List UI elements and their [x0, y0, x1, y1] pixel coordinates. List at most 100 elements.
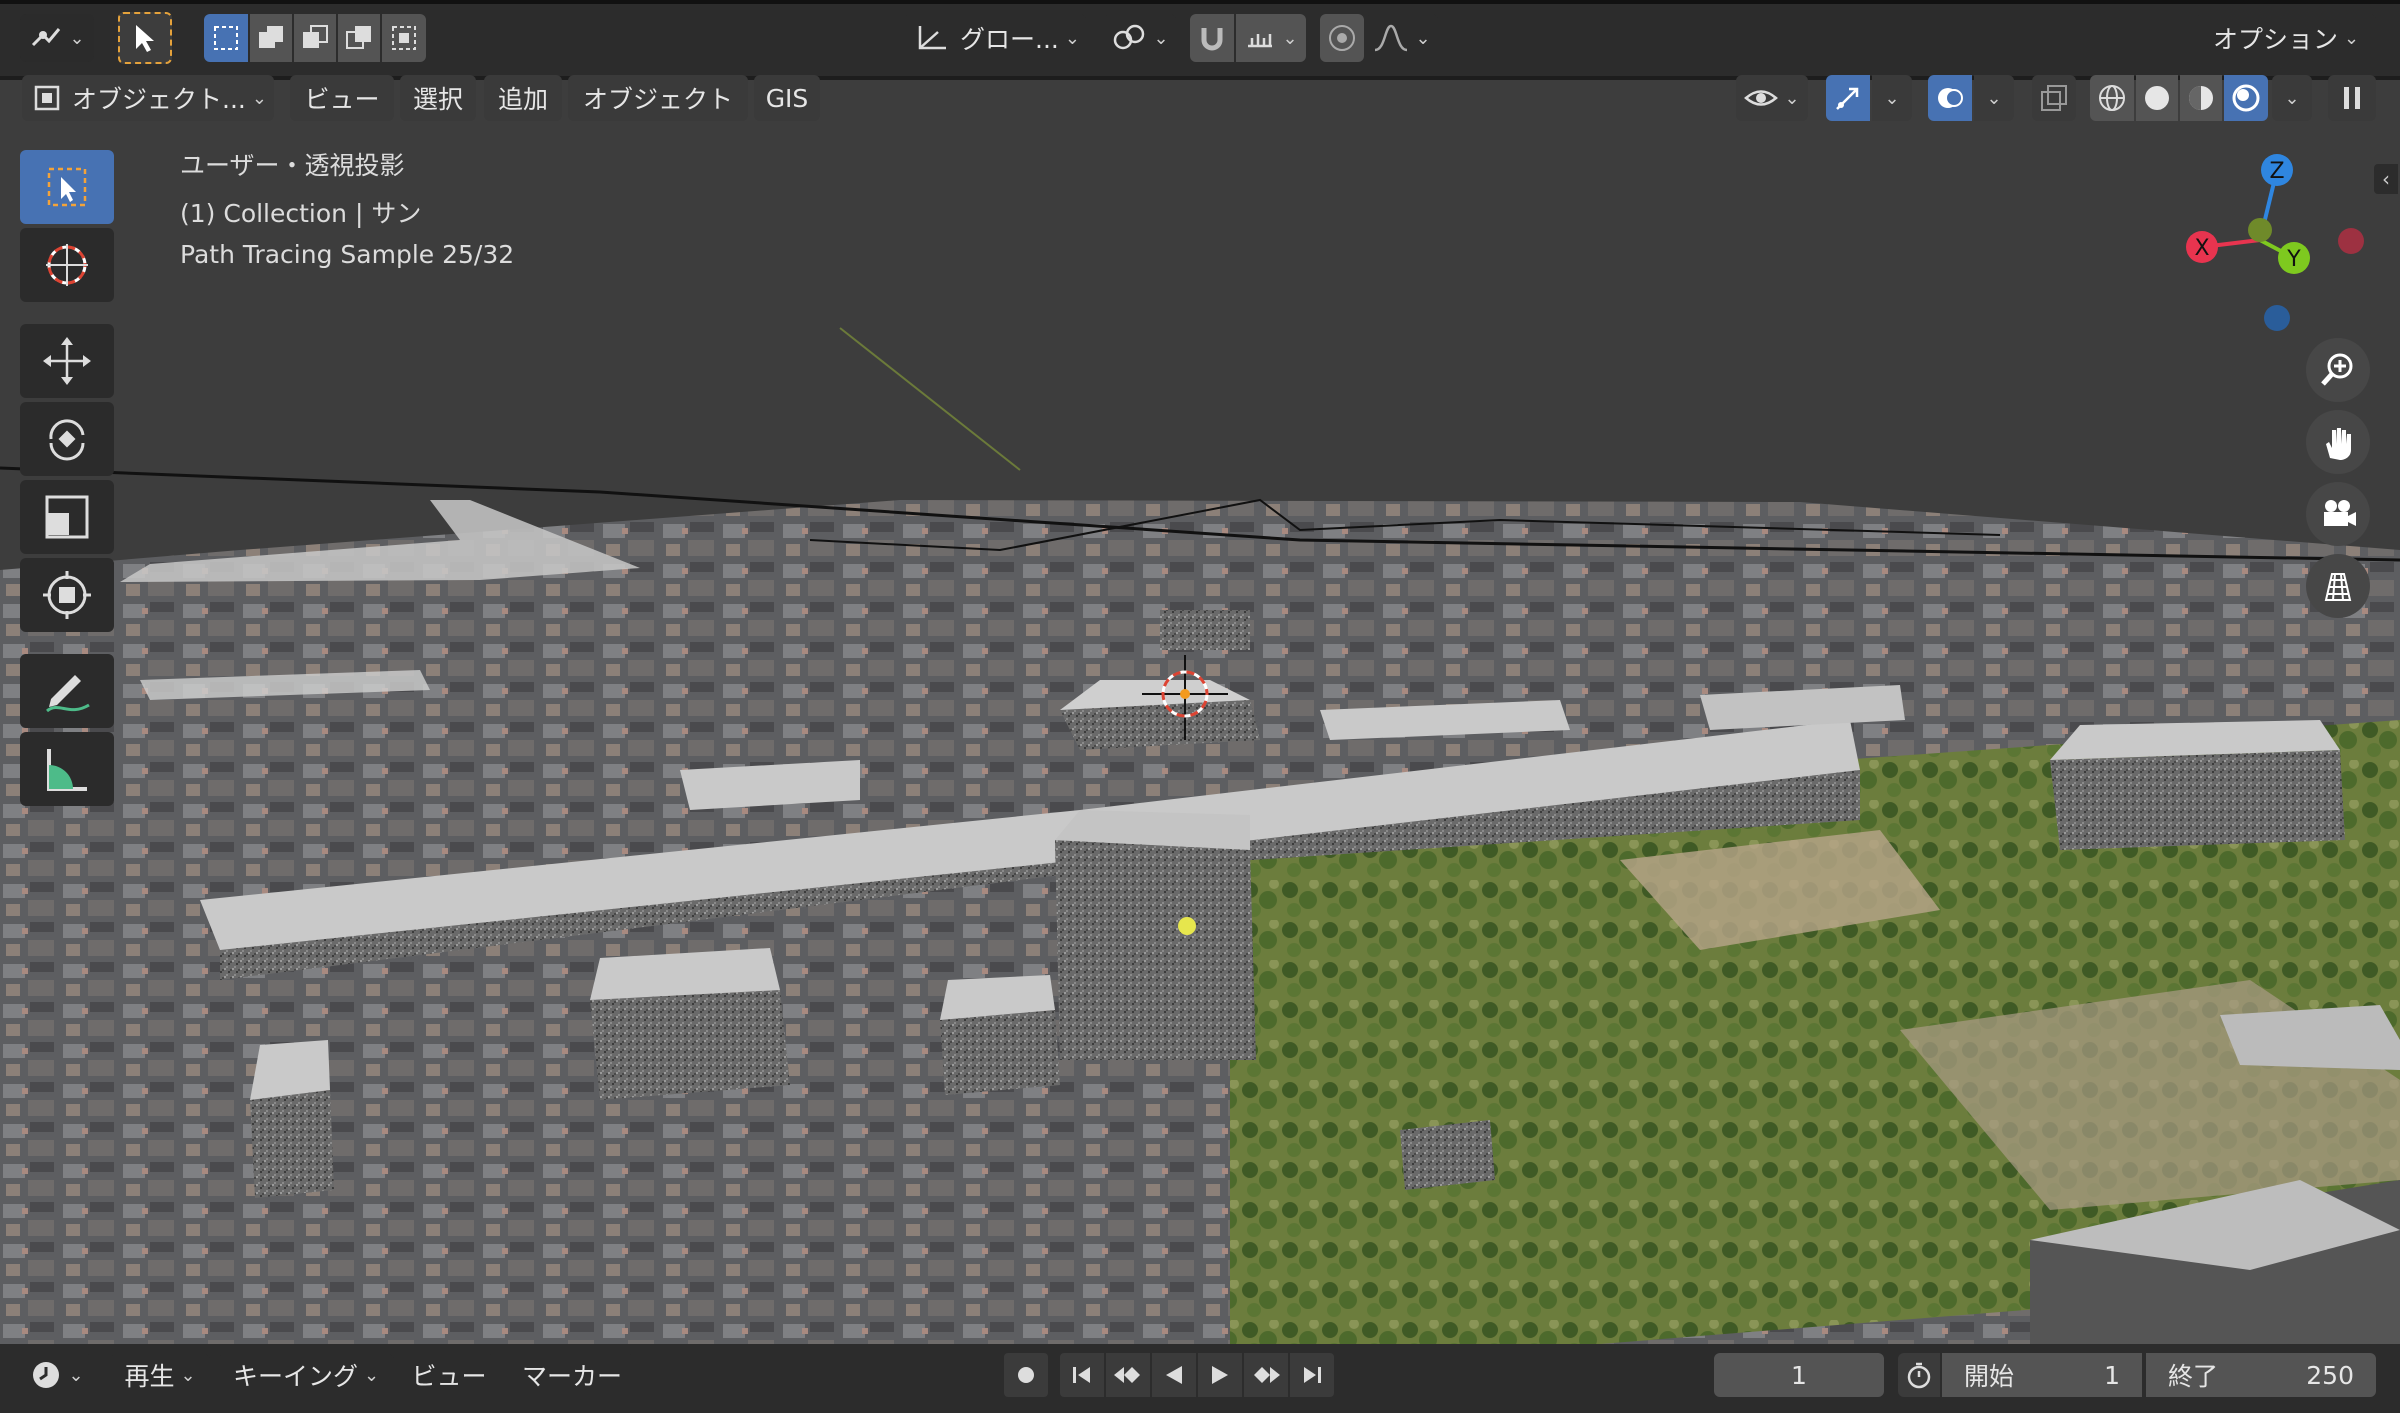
snap-toggle[interactable]	[1190, 14, 1234, 62]
proportional-falloff-dropdown[interactable]: ⌄	[1366, 14, 1438, 62]
marker-menu[interactable]: マーカー	[510, 1354, 634, 1396]
menu-object[interactable]: オブジェクト	[568, 75, 748, 121]
shading-solid[interactable]	[2136, 75, 2178, 121]
gizmo-z-label: Z	[2269, 159, 2284, 184]
next-keyframe-icon	[1254, 1367, 1280, 1383]
end-frame-field[interactable]: 終了 250	[2146, 1353, 2376, 1397]
timeline-view-menu[interactable]: ビュー	[404, 1354, 494, 1396]
shading-wireframe[interactable]	[2090, 75, 2134, 121]
mode-label: オブジェクト...	[72, 85, 246, 114]
gizmo-toggle[interactable]	[1826, 75, 1870, 121]
rendered-sphere-icon	[2232, 84, 2260, 112]
end-frame-label: 終了	[2168, 1362, 2219, 1391]
select-invert-icon	[346, 26, 371, 49]
timeline-editor-type-button[interactable]: ⌄	[22, 1354, 92, 1396]
jump-start-icon	[1073, 1367, 1090, 1383]
select-intersect-icon	[392, 26, 416, 50]
chevron-down-icon: ⌄	[1884, 87, 1900, 109]
mode-dropdown[interactable]: オブジェクト... ⌄	[22, 75, 274, 121]
next-keyframe-button[interactable]	[1244, 1353, 1288, 1397]
overlays-toggle[interactable]	[1928, 75, 1972, 121]
cursor-target-icon	[46, 244, 88, 286]
chevron-down-icon: ⌄	[2284, 87, 2300, 109]
menu-view[interactable]: ビュー	[290, 75, 394, 121]
tool-scale[interactable]	[20, 480, 114, 554]
tool-move[interactable]	[20, 324, 114, 398]
pause-render-button[interactable]	[2328, 75, 2376, 121]
select-mode-intersect-button[interactable]	[382, 14, 426, 62]
menu-select[interactable]: 選択	[400, 75, 476, 121]
snap-target-dropdown[interactable]: ⌄	[1236, 14, 1306, 62]
select-extend-icon	[259, 26, 283, 48]
scene-editor-icon	[32, 28, 61, 47]
jump-start-button[interactable]	[1060, 1353, 1104, 1397]
hand-icon	[2326, 428, 2351, 460]
options-dropdown[interactable]: オプション ⌄	[2196, 14, 2376, 62]
select-tool-button[interactable]	[118, 12, 172, 64]
gizmo-dropdown[interactable]: ⌄	[1872, 75, 1912, 121]
record-icon	[1018, 1367, 1034, 1383]
shading-material[interactable]	[2180, 75, 2222, 121]
start-frame-value: 1	[2104, 1360, 2120, 1390]
pivot-point-dropdown[interactable]: ⌄	[1104, 14, 1176, 62]
prev-keyframe-button[interactable]	[1106, 1353, 1150, 1397]
pan-button[interactable]	[2306, 410, 2370, 474]
shading-dropdown[interactable]: ⌄	[2272, 75, 2312, 121]
select-mode-extend-button[interactable]	[250, 14, 292, 62]
jump-end-button[interactable]	[1290, 1353, 1334, 1397]
transform-icon	[43, 571, 91, 619]
move-icon	[43, 337, 91, 385]
tool-annotate[interactable]	[20, 654, 114, 728]
select-mode-subtract-button[interactable]	[294, 14, 336, 62]
play-button[interactable]	[1198, 1353, 1242, 1397]
navigation-gizmo[interactable]: Z X Y	[2170, 140, 2370, 340]
chevron-down-icon: ⌄	[1153, 27, 1169, 49]
select-box-icon	[47, 167, 87, 207]
wireframe-sphere-icon	[2099, 85, 2125, 111]
preview-range-toggle[interactable]	[1898, 1353, 1940, 1397]
shading-rendered[interactable]	[2224, 75, 2268, 121]
overlays-dropdown[interactable]: ⌄	[1974, 75, 2014, 121]
object-mode-icon	[34, 85, 60, 111]
select-new-icon	[214, 26, 238, 50]
scale-icon	[45, 495, 89, 539]
playback-label: 再生	[124, 1362, 175, 1391]
transform-orientation-dropdown[interactable]: グロー... ⌄	[904, 14, 1086, 62]
clock-icon	[33, 1362, 60, 1388]
snap-increment-icon	[1248, 34, 1273, 48]
gizmo-arrows-icon	[1836, 87, 1859, 110]
camera-view-button[interactable]	[2306, 482, 2370, 546]
sidebar-toggle-arrow[interactable]: ‹	[2374, 164, 2398, 194]
select-mode-new-button[interactable]	[204, 14, 248, 62]
ruler-icon	[47, 749, 87, 791]
collection-text: (1) Collection | サン	[180, 199, 422, 228]
record-button[interactable]	[1004, 1353, 1048, 1397]
playback-menu[interactable]: 再生 ⌄	[110, 1354, 210, 1396]
xray-toggle[interactable]	[2032, 75, 2076, 121]
tool-transform[interactable]	[20, 558, 114, 632]
material-sphere-icon	[2189, 86, 2213, 110]
overlays-icon	[1938, 88, 1963, 108]
start-frame-field[interactable]: 開始 1	[1942, 1353, 2142, 1397]
pencil-icon	[46, 675, 90, 713]
editor-type-button[interactable]: ⌄	[20, 14, 94, 62]
tool-cursor[interactable]	[20, 228, 114, 302]
menu-gis[interactable]: GIS	[754, 75, 820, 121]
keying-menu[interactable]: キーイング ⌄	[218, 1354, 394, 1396]
play-reverse-button[interactable]	[1152, 1353, 1196, 1397]
visibility-dropdown[interactable]: ⌄	[1736, 75, 1808, 121]
current-frame-field[interactable]: 1	[1714, 1353, 1884, 1397]
camera-icon	[2324, 500, 2356, 526]
ortho-toggle-button[interactable]	[2306, 554, 2370, 618]
tool-rotate[interactable]	[20, 402, 114, 476]
cursor-icon	[136, 25, 154, 52]
viewport-3d[interactable]: ユーザー・透視投影 (1) Collection | サン Path Traci…	[0, 80, 2400, 1344]
zoom-button[interactable]	[2306, 338, 2370, 402]
chevron-down-icon: ⌄	[69, 27, 85, 49]
menu-add[interactable]: 追加	[484, 75, 562, 121]
tool-select-box[interactable]	[20, 150, 114, 224]
start-frame-label: 開始	[1964, 1362, 2015, 1391]
proportional-edit-toggle[interactable]	[1320, 14, 1364, 62]
tool-measure[interactable]	[20, 732, 114, 806]
select-mode-invert-button[interactable]	[338, 14, 380, 62]
